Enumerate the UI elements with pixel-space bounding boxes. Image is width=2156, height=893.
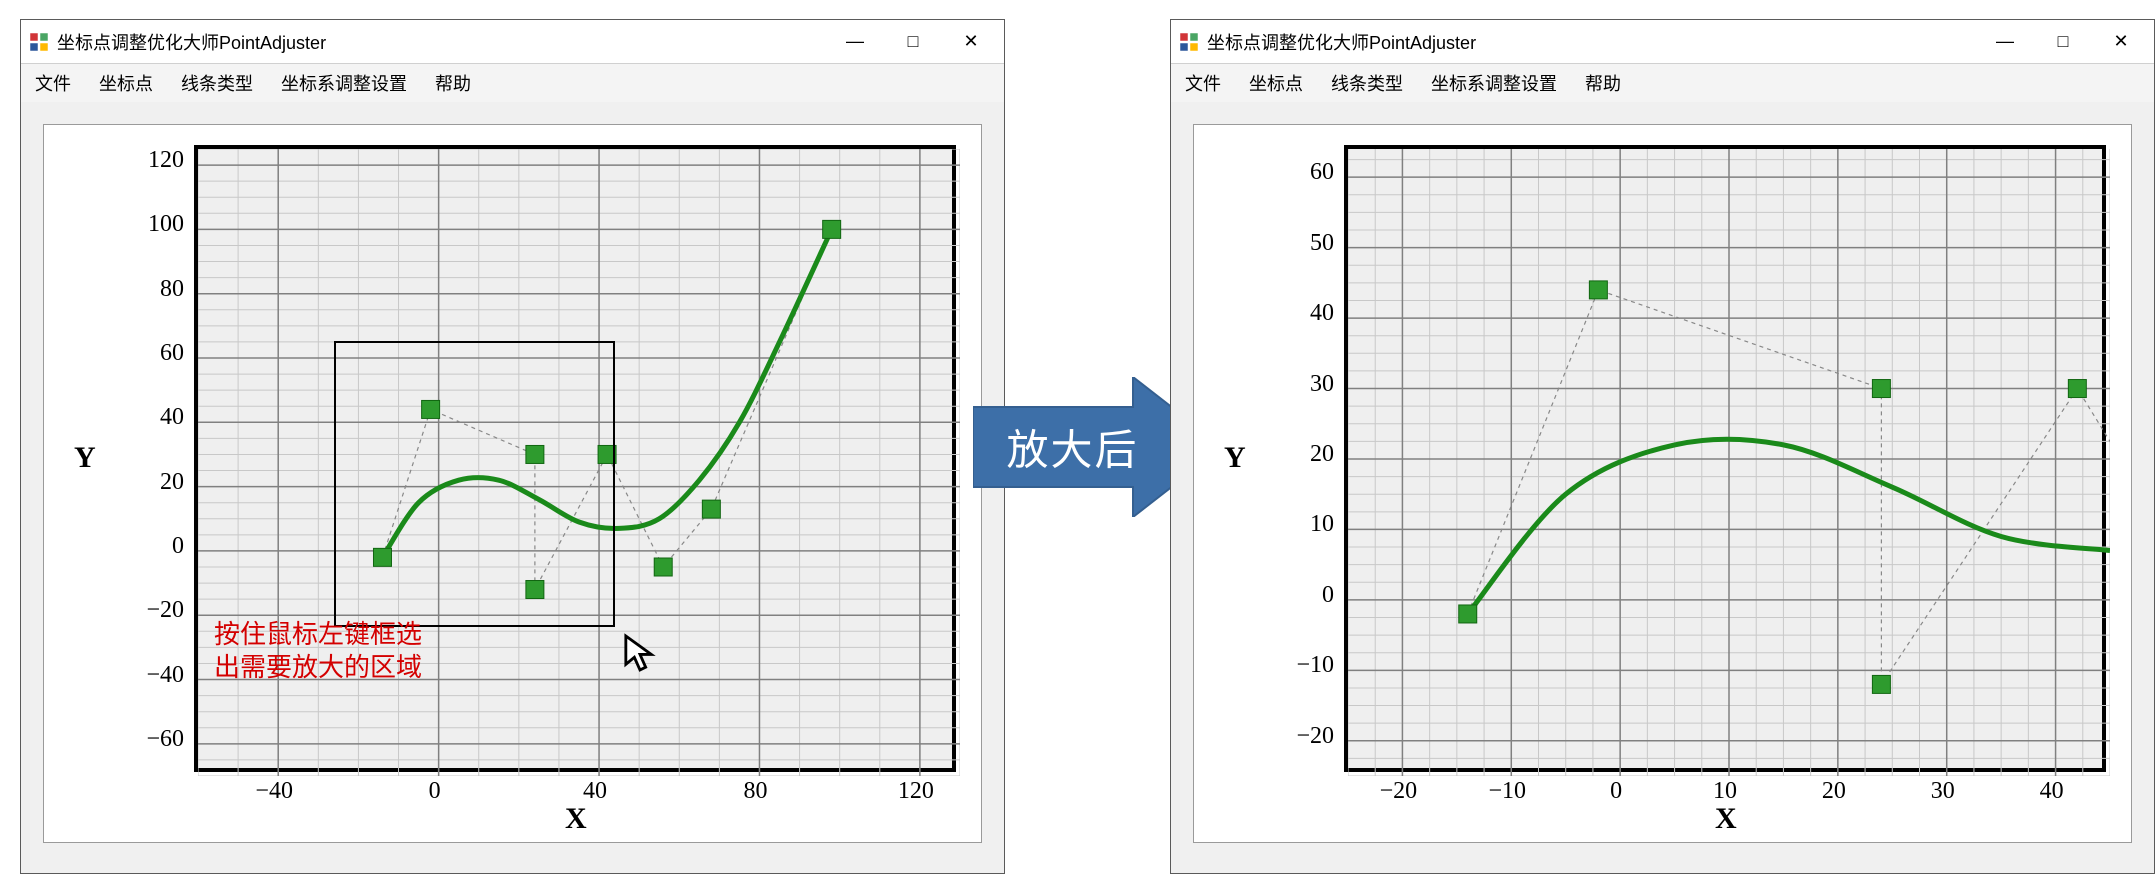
app-window-right: 坐标点调整优化大师PointAdjuster — □ ✕ 文件 坐标点 线条类型… [1170, 19, 2155, 874]
app-icon [1179, 32, 1199, 52]
control-point[interactable] [1872, 675, 1890, 693]
y-tick-label: −10 [1274, 652, 1334, 679]
y-tick-label: 20 [1274, 441, 1334, 468]
y-tick-label: 100 [124, 211, 184, 238]
y-tick-label: 20 [124, 469, 184, 496]
y-tick-label: 60 [1274, 159, 1334, 186]
app-icon [29, 32, 49, 52]
client-area: −40 0 40 80 120 −60 −40 −20 0 20 40 60 80 100 120 Y X 按住鼠… [21, 102, 1004, 873]
zoom-selection-rect[interactable] [334, 341, 615, 627]
y-tick-label: 60 [124, 340, 184, 367]
control-point[interactable] [702, 500, 720, 518]
y-tick-label: 50 [1274, 230, 1334, 257]
control-point[interactable] [1872, 380, 1890, 398]
minimize-button[interactable]: — [1976, 20, 2034, 63]
maximize-button[interactable]: □ [884, 20, 942, 63]
y-tick-label: −60 [124, 726, 184, 753]
menu-linetype[interactable]: 线条类型 [1331, 70, 1403, 96]
chart-panel: −40 0 40 80 120 −60 −40 −20 0 20 40 60 80 100 120 Y X 按住鼠… [43, 124, 982, 843]
y-tick-label: 120 [124, 147, 184, 174]
y-tick-label: −20 [1274, 723, 1334, 750]
window-title: 坐标点调整优化大师PointAdjuster [1207, 29, 1976, 55]
y-axis-label: Y [1224, 441, 1246, 475]
minimize-button[interactable]: — [826, 20, 884, 63]
window-controls: — □ ✕ [826, 20, 1000, 63]
cursor-icon [623, 633, 657, 678]
menu-coord-settings[interactable]: 坐标系调整设置 [281, 70, 407, 96]
spline-curve [1468, 439, 2110, 614]
x-tick-label: 80 [725, 778, 785, 805]
menu-points[interactable]: 坐标点 [99, 70, 153, 96]
client-area: −20 −10 0 10 20 30 40 −20 −10 0 10 20 30 40 50 60 Y X [1171, 102, 2154, 873]
y-tick-label: 80 [124, 276, 184, 303]
menu-points[interactable]: 坐标点 [1249, 70, 1303, 96]
titlebar[interactable]: 坐标点调整优化大师PointAdjuster — □ ✕ [21, 20, 1004, 64]
menu-help[interactable]: 帮助 [1585, 70, 1621, 96]
x-axis-label: X [1715, 802, 1737, 836]
window-title: 坐标点调整优化大师PointAdjuster [57, 29, 826, 55]
x-tick-label: 120 [886, 778, 946, 805]
x-tick-label: 10 [1695, 778, 1755, 805]
menubar: 文件 坐标点 线条类型 坐标系调整设置 帮助 [1171, 64, 2154, 102]
chart-plot-area[interactable] [1344, 145, 2106, 772]
arrow-label: 放大后 [1006, 416, 1138, 477]
x-tick-label: 0 [1586, 778, 1646, 805]
transition-arrow: 放大后 [1005, 19, 1170, 874]
control-point[interactable] [1459, 605, 1477, 623]
titlebar[interactable]: 坐标点调整优化大师PointAdjuster — □ ✕ [1171, 20, 2154, 64]
menu-linetype[interactable]: 线条类型 [181, 70, 253, 96]
app-window-left: 坐标点调整优化大师PointAdjuster — □ ✕ 文件 坐标点 线条类型… [20, 19, 1005, 874]
x-tick-label: −20 [1368, 778, 1428, 805]
y-tick-label: −20 [124, 597, 184, 624]
menu-coord-settings[interactable]: 坐标系调整设置 [1431, 70, 1557, 96]
y-tick-label: 40 [1274, 300, 1334, 327]
window-controls: — □ ✕ [1976, 20, 2150, 63]
close-button[interactable]: ✕ [2092, 20, 2150, 63]
y-axis-label: Y [74, 441, 96, 475]
x-tick-label: 30 [1913, 778, 1973, 805]
y-tick-label: 30 [1274, 371, 1334, 398]
x-tick-label: 40 [565, 778, 625, 805]
control-point[interactable] [654, 558, 672, 576]
menu-file[interactable]: 文件 [1185, 70, 1221, 96]
x-tick-label: 0 [405, 778, 465, 805]
menu-help[interactable]: 帮助 [435, 70, 471, 96]
zoom-instruction-text: 按住鼠标左键框选出需要放大的区域 [214, 618, 422, 686]
menu-file[interactable]: 文件 [35, 70, 71, 96]
y-tick-label: 40 [124, 404, 184, 431]
x-tick-label: 40 [2022, 778, 2082, 805]
chart-panel: −20 −10 0 10 20 30 40 −20 −10 0 10 20 30 40 50 60 Y X [1193, 124, 2132, 843]
control-point[interactable] [823, 220, 841, 238]
x-tick-label: −10 [1477, 778, 1537, 805]
menubar: 文件 坐标点 线条类型 坐标系调整设置 帮助 [21, 64, 1004, 102]
x-tick-label: −40 [244, 778, 304, 805]
control-point[interactable] [2068, 380, 2086, 398]
close-button[interactable]: ✕ [942, 20, 1000, 63]
y-tick-label: 10 [1274, 511, 1334, 538]
control-point[interactable] [1589, 281, 1607, 299]
y-tick-label: 0 [124, 533, 184, 560]
x-axis-label: X [565, 802, 587, 836]
maximize-button[interactable]: □ [2034, 20, 2092, 63]
x-tick-label: 20 [1804, 778, 1864, 805]
y-tick-label: 0 [1274, 582, 1334, 609]
y-tick-label: −40 [124, 662, 184, 689]
